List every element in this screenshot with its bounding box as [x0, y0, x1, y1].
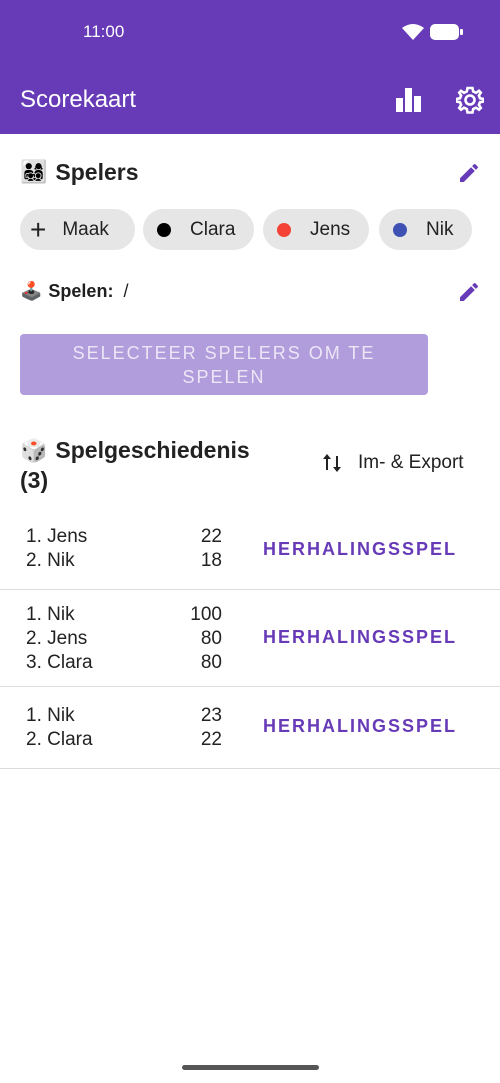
status-time: 11:00	[83, 22, 125, 41]
select-players-button[interactable]: SELECTEER SPELERS OM TE SPELEN	[20, 334, 428, 395]
game-history-row: 1. Nik 23 2. Clara 22 HERHALINGSSPEL	[0, 687, 500, 769]
players-heading: 👨‍👩‍👧‍👦 Spelers	[20, 159, 139, 186]
chip-add-player[interactable]: + Maak	[20, 209, 135, 250]
joystick-emoji-icon: 🕹️	[20, 281, 43, 302]
player-score: 18	[200, 550, 222, 571]
plus-icon: +	[30, 213, 47, 245]
dice-emoji-icon: 🎲	[20, 439, 48, 464]
wifi-icon	[402, 24, 424, 40]
player-rank-name: 2. Jens	[26, 628, 88, 649]
player-rank-name: 1. Jens	[26, 526, 88, 547]
play-label-text: Spelen:	[48, 281, 114, 301]
player-result: 2. Nik 18	[26, 550, 222, 575]
player-rank-name: 1. Nik	[26, 604, 75, 625]
player-score: 100	[190, 604, 222, 625]
player-result: 3. Clara 80	[26, 652, 222, 677]
player-score: 80	[200, 628, 222, 649]
chip-player-jens[interactable]: Jens	[263, 209, 369, 250]
family-emoji-icon: 👨‍👩‍👧‍👦	[20, 160, 48, 185]
player-color-dot	[393, 222, 407, 237]
import-export-button[interactable]: Im- & Export	[322, 452, 464, 474]
history-title: Spelgeschiedenis (3)	[20, 437, 250, 493]
bar-chart-icon	[396, 88, 421, 112]
app-title: Scorekaart	[20, 86, 137, 113]
chip-player-nik[interactable]: Nik	[379, 209, 472, 250]
home-indicator[interactable]	[182, 1065, 319, 1070]
chip-label: Maak	[62, 218, 109, 240]
gear-icon	[456, 86, 484, 114]
replay-game-button[interactable]: HERHALINGSSPEL	[263, 539, 457, 560]
play-label: 🕹️ Spelen: /	[20, 281, 128, 302]
replay-game-button[interactable]: HERHALINGSSPEL	[263, 716, 457, 737]
player-result: 1. Nik 100	[26, 604, 222, 629]
player-result: 1. Nik 23	[26, 705, 222, 730]
player-result: 2. Jens 80	[26, 628, 222, 653]
player-color-dot	[157, 222, 171, 237]
app-bar: 11:00 Scorekaart	[0, 0, 500, 134]
players-title: Spelers	[55, 159, 139, 185]
edit-game-button[interactable]	[454, 277, 484, 307]
player-rank-name: 3. Clara	[26, 652, 93, 673]
statistics-button[interactable]	[392, 85, 424, 115]
player-result: 1. Jens 22	[26, 526, 222, 551]
player-rank-name: 2. Nik	[26, 550, 75, 571]
chip-label: Nik	[426, 218, 454, 240]
chip-label: Jens	[310, 218, 351, 240]
player-score: 22	[200, 526, 222, 547]
settings-button[interactable]	[454, 84, 486, 116]
game-history-row: 1. Nik 100 2. Jens 80 3. Clara 80 HERHAL…	[0, 590, 500, 687]
replay-game-button[interactable]: HERHALINGSSPEL	[263, 627, 457, 648]
import-export-label: Im- & Export	[358, 452, 464, 473]
player-rank-name: 2. Clara	[26, 729, 93, 750]
player-rank-name: 1. Nik	[26, 705, 75, 726]
battery-icon	[430, 24, 463, 40]
chip-player-clara[interactable]: Clara	[143, 209, 254, 250]
history-heading: 🎲 Spelgeschiedenis (3)	[20, 436, 280, 495]
player-score: 22	[200, 729, 222, 750]
game-history-row: 1. Jens 22 2. Nik 18 HERHALINGSSPEL	[0, 516, 500, 590]
swap-vertical-icon	[323, 454, 341, 472]
pencil-icon	[460, 282, 479, 301]
player-score: 23	[200, 705, 222, 726]
pencil-icon	[460, 163, 479, 182]
edit-players-button[interactable]	[454, 158, 484, 188]
play-value: /	[123, 281, 129, 301]
player-result: 2. Clara 22	[26, 729, 222, 754]
chip-label: Clara	[190, 218, 236, 240]
player-color-dot	[277, 222, 291, 237]
player-score: 80	[200, 652, 222, 673]
